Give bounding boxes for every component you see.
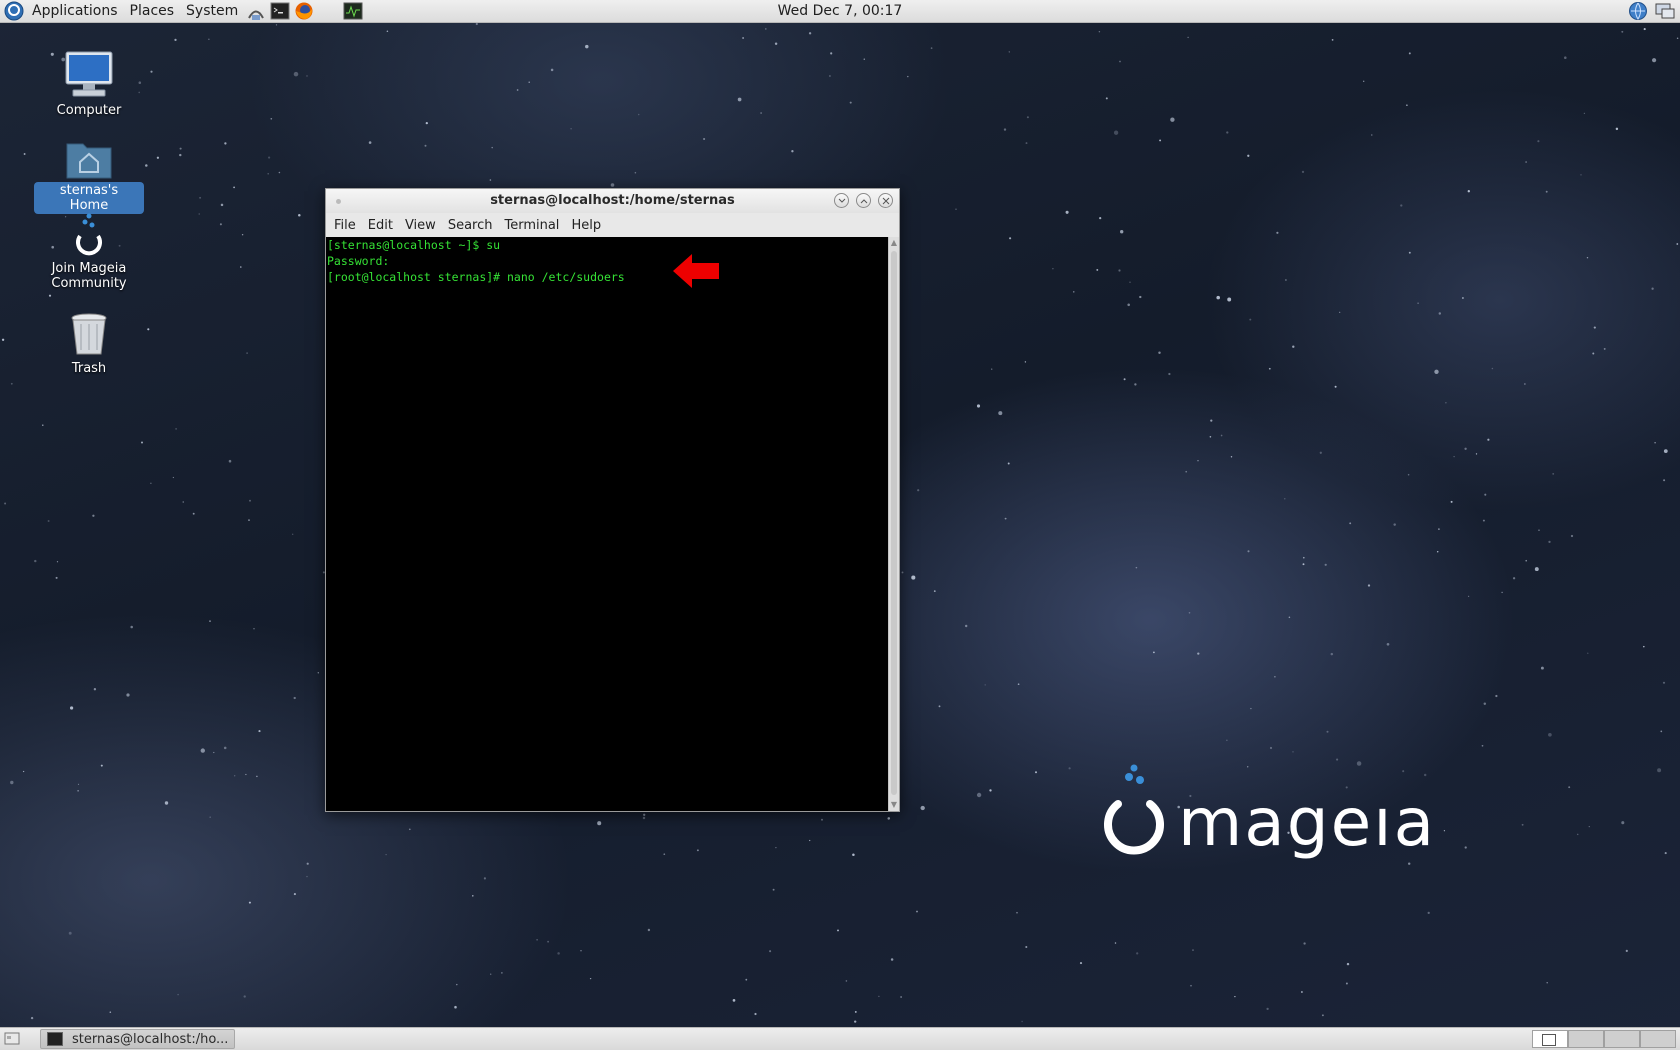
close-button[interactable]: [878, 193, 893, 208]
maximize-button[interactable]: [856, 193, 871, 208]
window-titlebar[interactable]: sternas@localhost:/home/sternas: [326, 189, 899, 213]
desktop-icon-label: Trash: [71, 361, 107, 376]
terminal-icon[interactable]: [269, 0, 291, 22]
menu-applications[interactable]: Applications: [26, 0, 124, 23]
scroll-up-icon[interactable]: ▲: [889, 237, 899, 249]
mageia-cauldron-icon: [1104, 764, 1164, 855]
workspace-2[interactable]: [1568, 1030, 1604, 1048]
close-icon: [882, 197, 889, 204]
menu-view[interactable]: View: [399, 218, 442, 233]
network-wired-icon[interactable]: [1654, 1, 1676, 25]
terminal-line: [root@localhost sternas]# nano /etc/sudo…: [327, 270, 625, 284]
terminal-output[interactable]: [sternas@localhost ~]$ su Password: [roo…: [326, 237, 889, 811]
computer-icon: [34, 42, 144, 100]
terminal-line: [sternas@localhost ~]$ su: [327, 238, 501, 252]
workspace-switcher: [1532, 1030, 1676, 1048]
desktop-icon-label: Join Mageia Community: [51, 261, 127, 291]
show-desktop-icon[interactable]: [4, 1031, 20, 1046]
terminal-window[interactable]: sternas@localhost:/home/sternas File Edi…: [325, 188, 900, 812]
workspace-1[interactable]: [1532, 1030, 1568, 1048]
desktop-icon-trash[interactable]: Trash: [34, 300, 144, 377]
red-arrow-icon: [673, 254, 719, 288]
menu-search[interactable]: Search: [442, 218, 499, 233]
system-tray: [1628, 1, 1676, 25]
workspace-4[interactable]: [1640, 1030, 1676, 1048]
firefox-icon[interactable]: [293, 0, 315, 22]
window-title: sternas@localhost:/home/sternas: [490, 193, 735, 208]
desktop-icon-join-mageia[interactable]: Join Mageia Community: [34, 200, 144, 292]
bottom-panel: sternas@localhost:/ho...: [0, 1027, 1680, 1050]
menu-help[interactable]: Help: [565, 218, 607, 233]
trash-icon: [34, 300, 144, 358]
terminal-icon: [47, 1032, 63, 1046]
menu-edit[interactable]: Edit: [362, 218, 399, 233]
menu-terminal[interactable]: Terminal: [498, 218, 565, 233]
chevron-up-icon: [860, 198, 867, 203]
panel-clock[interactable]: Wed Dec 7, 00:17: [778, 3, 903, 19]
mageia-menu-icon[interactable]: [3, 0, 25, 22]
scrollbar-thumb[interactable]: [891, 251, 897, 795]
terminal-line: Password:: [327, 254, 390, 268]
network-globe-icon[interactable]: [1628, 1, 1648, 25]
mageia-logo-text: mageıa: [1178, 784, 1437, 861]
mageia-logo-icon: [34, 200, 144, 258]
workspace-3[interactable]: [1604, 1030, 1640, 1048]
taskbar-terminal-button[interactable]: sternas@localhost:/ho...: [40, 1029, 235, 1049]
mageia-wallpaper-logo: mageıa: [1098, 764, 1458, 882]
window-menu-icon[interactable]: [336, 199, 341, 204]
terminal-menubar: File Edit View Search Terminal Help: [326, 213, 899, 237]
system-monitor-icon[interactable]: [342, 0, 364, 22]
terminal-scrollbar[interactable]: ▲ ▼: [888, 237, 899, 811]
menu-places[interactable]: Places: [124, 0, 181, 23]
minimize-button[interactable]: [834, 193, 849, 208]
menu-system[interactable]: System: [180, 0, 244, 23]
scroll-down-icon[interactable]: ▼: [889, 799, 899, 811]
taskbar-button-label: sternas@localhost:/ho...: [72, 1031, 229, 1047]
chevron-down-icon: [838, 198, 845, 203]
top-panel: Applications Places System Wed Dec 7, 00…: [0, 0, 1680, 23]
desktop-icon-computer[interactable]: Computer: [34, 42, 144, 119]
home-folder-icon: [34, 122, 144, 180]
desktop-icon-label: Computer: [56, 103, 122, 118]
network-manager-icon[interactable]: [245, 0, 267, 22]
menu-file[interactable]: File: [328, 218, 362, 233]
